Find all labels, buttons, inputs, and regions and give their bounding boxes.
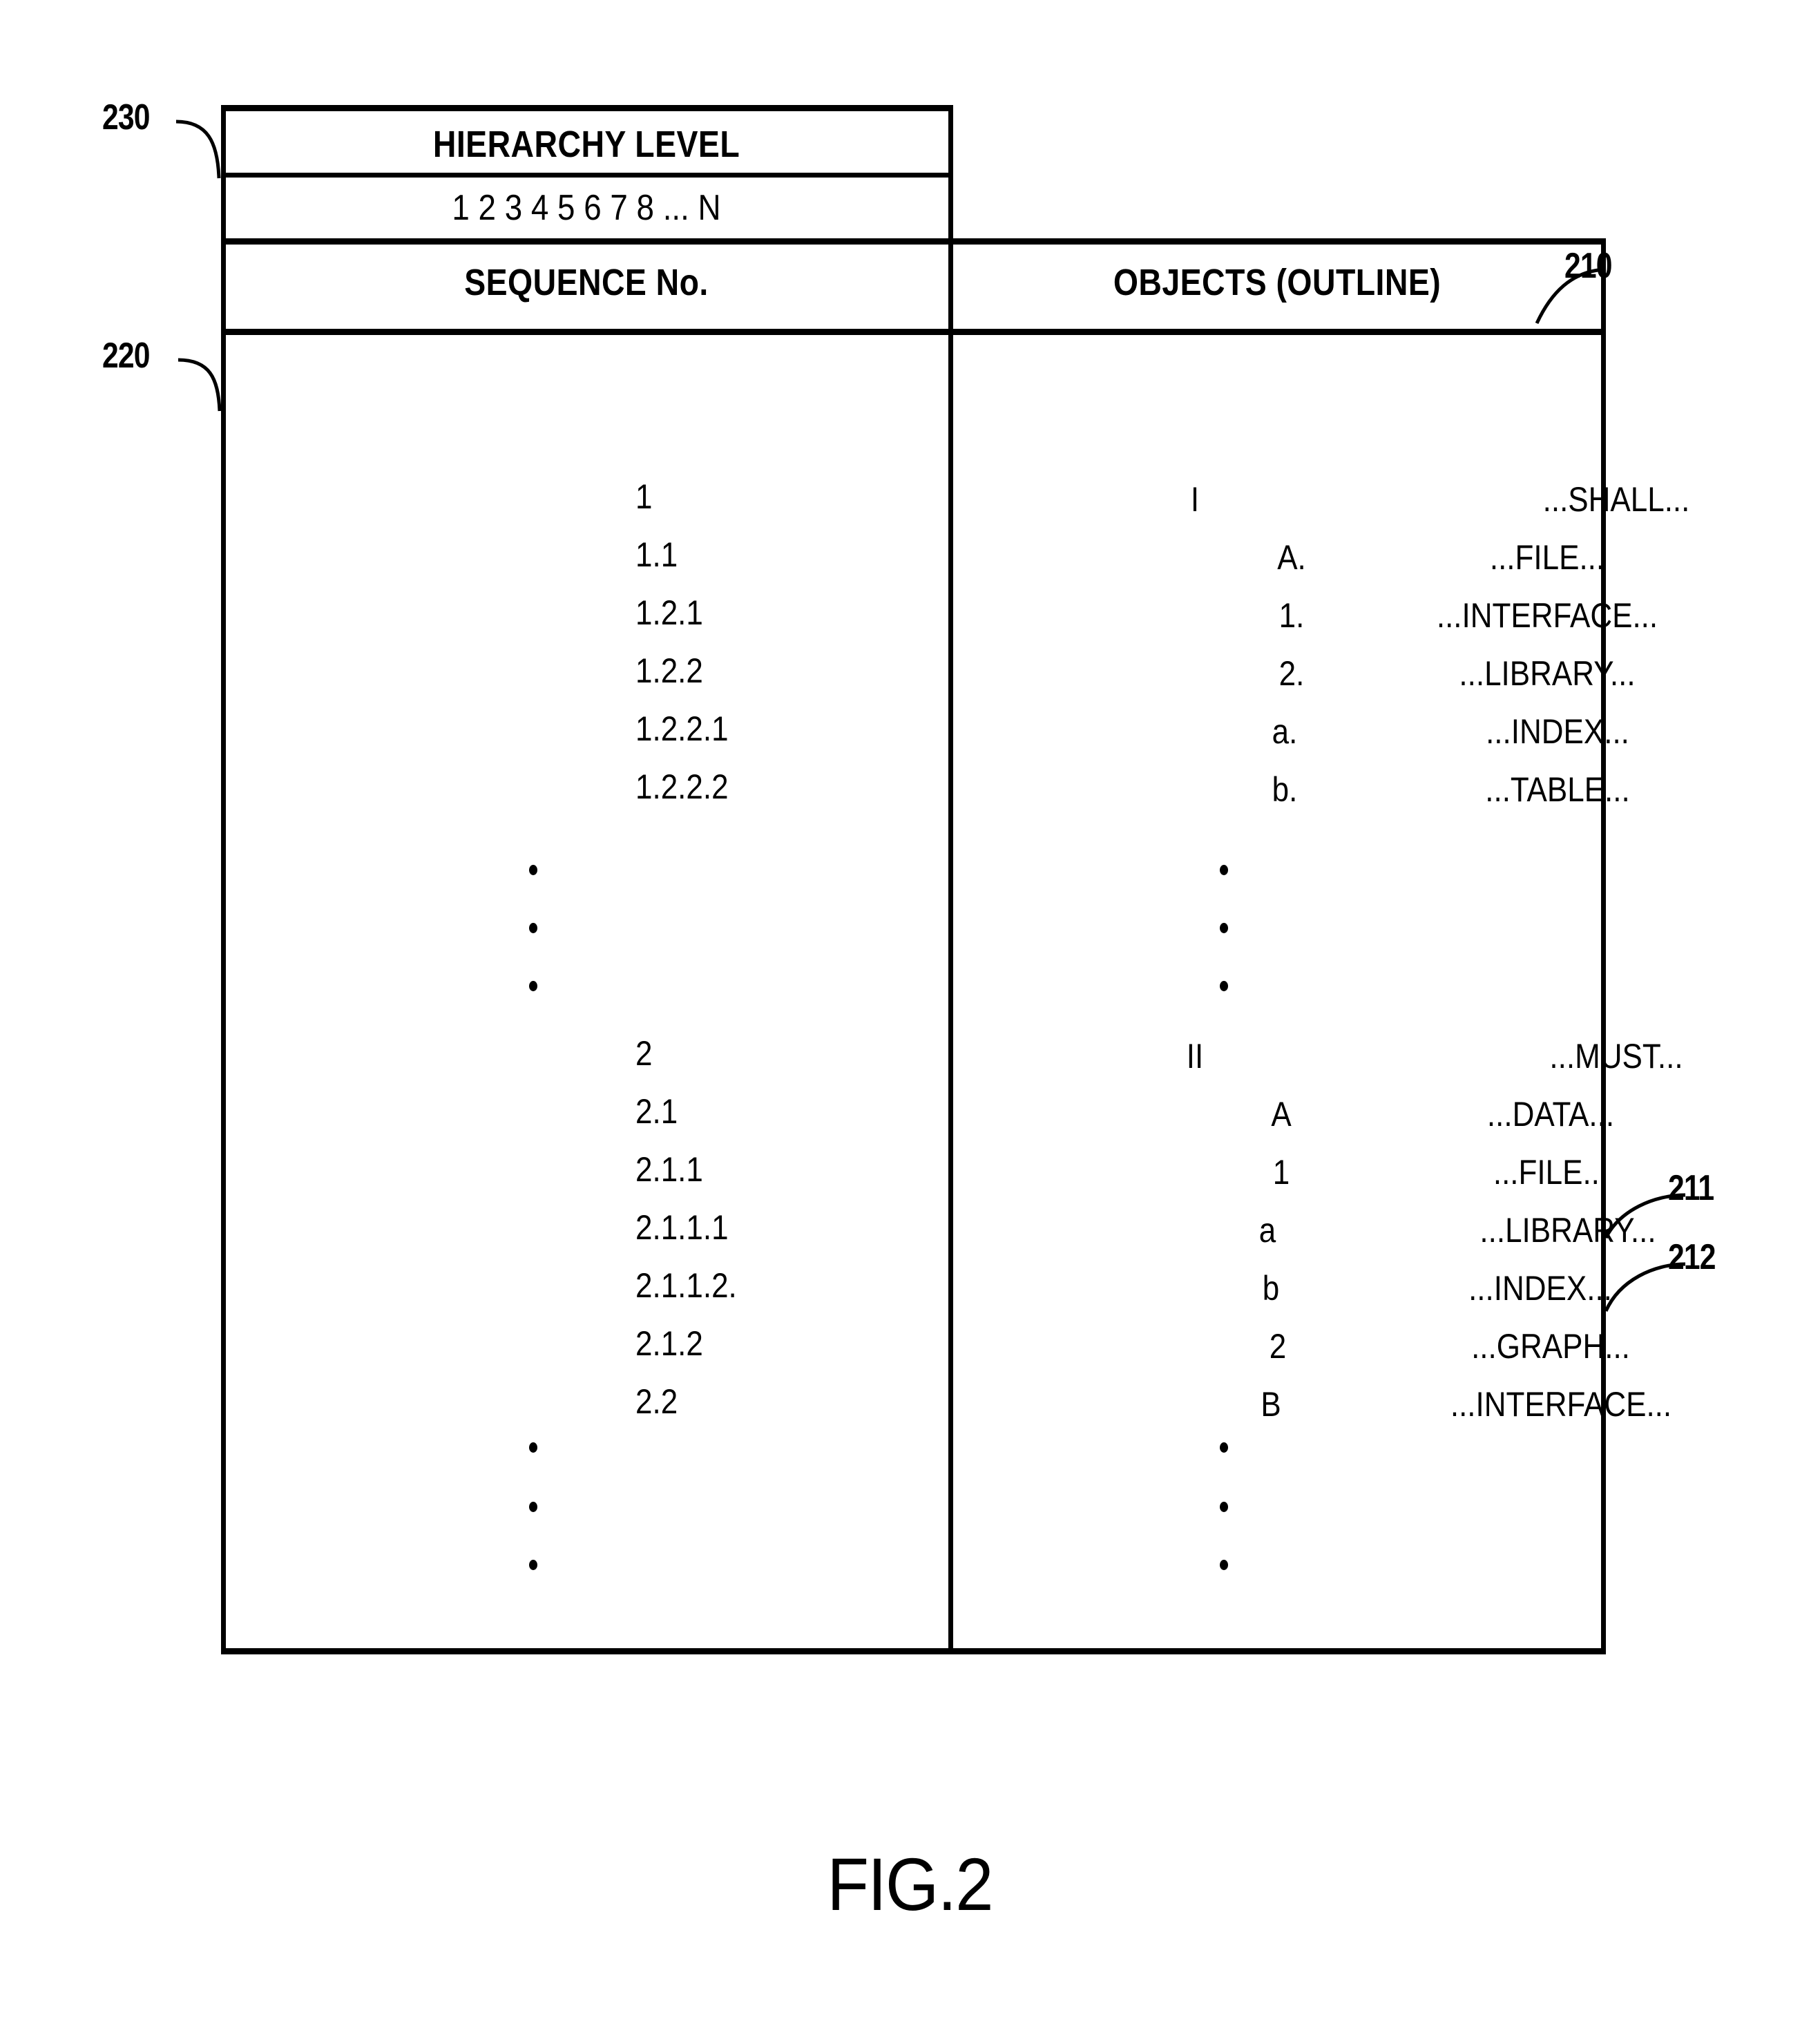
table-row: 1.2.2.2 xyxy=(635,767,729,806)
table-row: a ...LIBRARY... xyxy=(1188,1210,1820,1250)
object-label: A. xyxy=(1277,538,1306,577)
table-bottom-rule xyxy=(221,1648,1606,1654)
rule-top-objects-column xyxy=(948,238,1606,245)
table-row: II ...MUST... xyxy=(1187,1036,1820,1076)
rule-under-hierarchy-header xyxy=(221,173,952,178)
object-content: ...INTERFACE... xyxy=(1450,1385,1672,1424)
table-row: 2.1.1.2. xyxy=(635,1266,737,1305)
rule-under-column-headers xyxy=(221,329,1606,335)
table-row: B ...INTERFACE... xyxy=(1188,1384,1820,1424)
table-row: 1.2.2.1 xyxy=(635,709,729,748)
table-row: 1.1 xyxy=(635,535,678,574)
table-row: A. ...FILE... xyxy=(1188,537,1820,577)
object-content: ...INDEX... xyxy=(1468,1269,1612,1308)
table-row: 2 ...GRAPH... xyxy=(1188,1326,1820,1366)
ellipsis-dot xyxy=(529,1560,537,1570)
object-content: ...LIBRARY... xyxy=(1479,1211,1656,1250)
object-label: a. xyxy=(1272,712,1298,751)
sequence-no-header: SEQUENCE No. xyxy=(464,262,709,303)
figure-caption: FIG.2 xyxy=(0,1841,1820,1927)
ellipsis-dot xyxy=(529,1442,537,1453)
object-content: ...SHALL... xyxy=(1542,480,1690,519)
ellipsis-dot xyxy=(529,865,537,875)
table-row: 1. ...INTERFACE... xyxy=(1188,595,1820,635)
figure-caption-text: FIG.2 xyxy=(827,1842,994,1926)
object-label: B xyxy=(1261,1385,1281,1424)
table-row: A ...DATA... xyxy=(1188,1094,1820,1134)
callout-220-label: 220 xyxy=(102,336,151,376)
callout-230-label: 230 xyxy=(102,97,151,137)
table-row: 2.1 xyxy=(635,1092,678,1131)
table-row: 2.1.2 xyxy=(635,1324,703,1363)
object-label: I xyxy=(1190,480,1200,519)
ellipsis-dot xyxy=(1220,1442,1228,1453)
ellipsis-dot xyxy=(529,981,537,991)
ellipsis-dot xyxy=(1220,1502,1228,1512)
table-row: 2.2 xyxy=(635,1382,678,1421)
ellipsis-dot xyxy=(529,1502,537,1512)
table-row: 1.2.2 xyxy=(635,651,703,690)
table-row: b ...INDEX... xyxy=(1188,1268,1820,1308)
object-label: 2. xyxy=(1278,654,1305,693)
object-content: ...FILE... xyxy=(1489,538,1605,577)
ellipsis-dot xyxy=(1220,923,1228,933)
object-content: ...FILE... xyxy=(1493,1153,1609,1192)
table-right-border xyxy=(1601,238,1606,1654)
table-row: I ...SHALL... xyxy=(1188,479,1820,519)
object-content: ...TABLE... xyxy=(1485,770,1630,809)
object-label: b. xyxy=(1272,770,1298,809)
object-label: 1 xyxy=(1272,1153,1290,1192)
object-label: II xyxy=(1186,1037,1204,1076)
object-content: ...INTERFACE... xyxy=(1436,596,1658,635)
hierarchy-level-values: 1 2 3 4 5 6 7 8 ... N xyxy=(452,188,721,228)
table-top-rule xyxy=(221,105,952,111)
table-row: 1 xyxy=(635,477,653,516)
object-label: b xyxy=(1262,1269,1280,1308)
table-row: 1 ...FILE... xyxy=(1188,1152,1820,1192)
object-label: 2 xyxy=(1269,1327,1287,1366)
ellipsis-dot xyxy=(1220,865,1228,875)
object-label: 1. xyxy=(1278,596,1305,635)
table-row: 2.1.1 xyxy=(635,1150,703,1189)
table-row: 1.2.1 xyxy=(635,593,703,632)
hierarchy-level-header: HIERARCHY LEVEL xyxy=(432,124,740,165)
object-content: ...DATA... xyxy=(1486,1095,1615,1134)
object-label: a xyxy=(1258,1211,1276,1250)
table-row: a. ...INDEX... xyxy=(1188,711,1820,751)
ellipsis-dot xyxy=(1220,981,1228,991)
rule-under-digits xyxy=(221,238,952,245)
table-column-divider xyxy=(948,105,953,1654)
table-row: 2. ...LIBRARY... xyxy=(1188,653,1820,693)
object-content: ...LIBRARY... xyxy=(1459,654,1636,693)
ellipsis-dot xyxy=(1220,1560,1228,1570)
object-content: ...GRAPH... xyxy=(1471,1327,1630,1366)
object-content: ...INDEX... xyxy=(1486,712,1629,751)
hierarchy-outline-table: HIERARCHY LEVEL 1 2 3 4 5 6 7 8 ... N SE… xyxy=(221,105,1689,1654)
objects-outline-header: OBJECTS (OUTLINE) xyxy=(1113,262,1441,303)
object-content: ...MUST... xyxy=(1549,1037,1683,1076)
table-row: b. ...TABLE... xyxy=(1188,770,1820,809)
table-left-border xyxy=(221,105,226,1654)
table-row: 2.1.1.1 xyxy=(635,1208,729,1247)
ellipsis-dot xyxy=(529,923,537,933)
object-label: A xyxy=(1271,1095,1292,1134)
table-row: 2 xyxy=(635,1034,653,1073)
